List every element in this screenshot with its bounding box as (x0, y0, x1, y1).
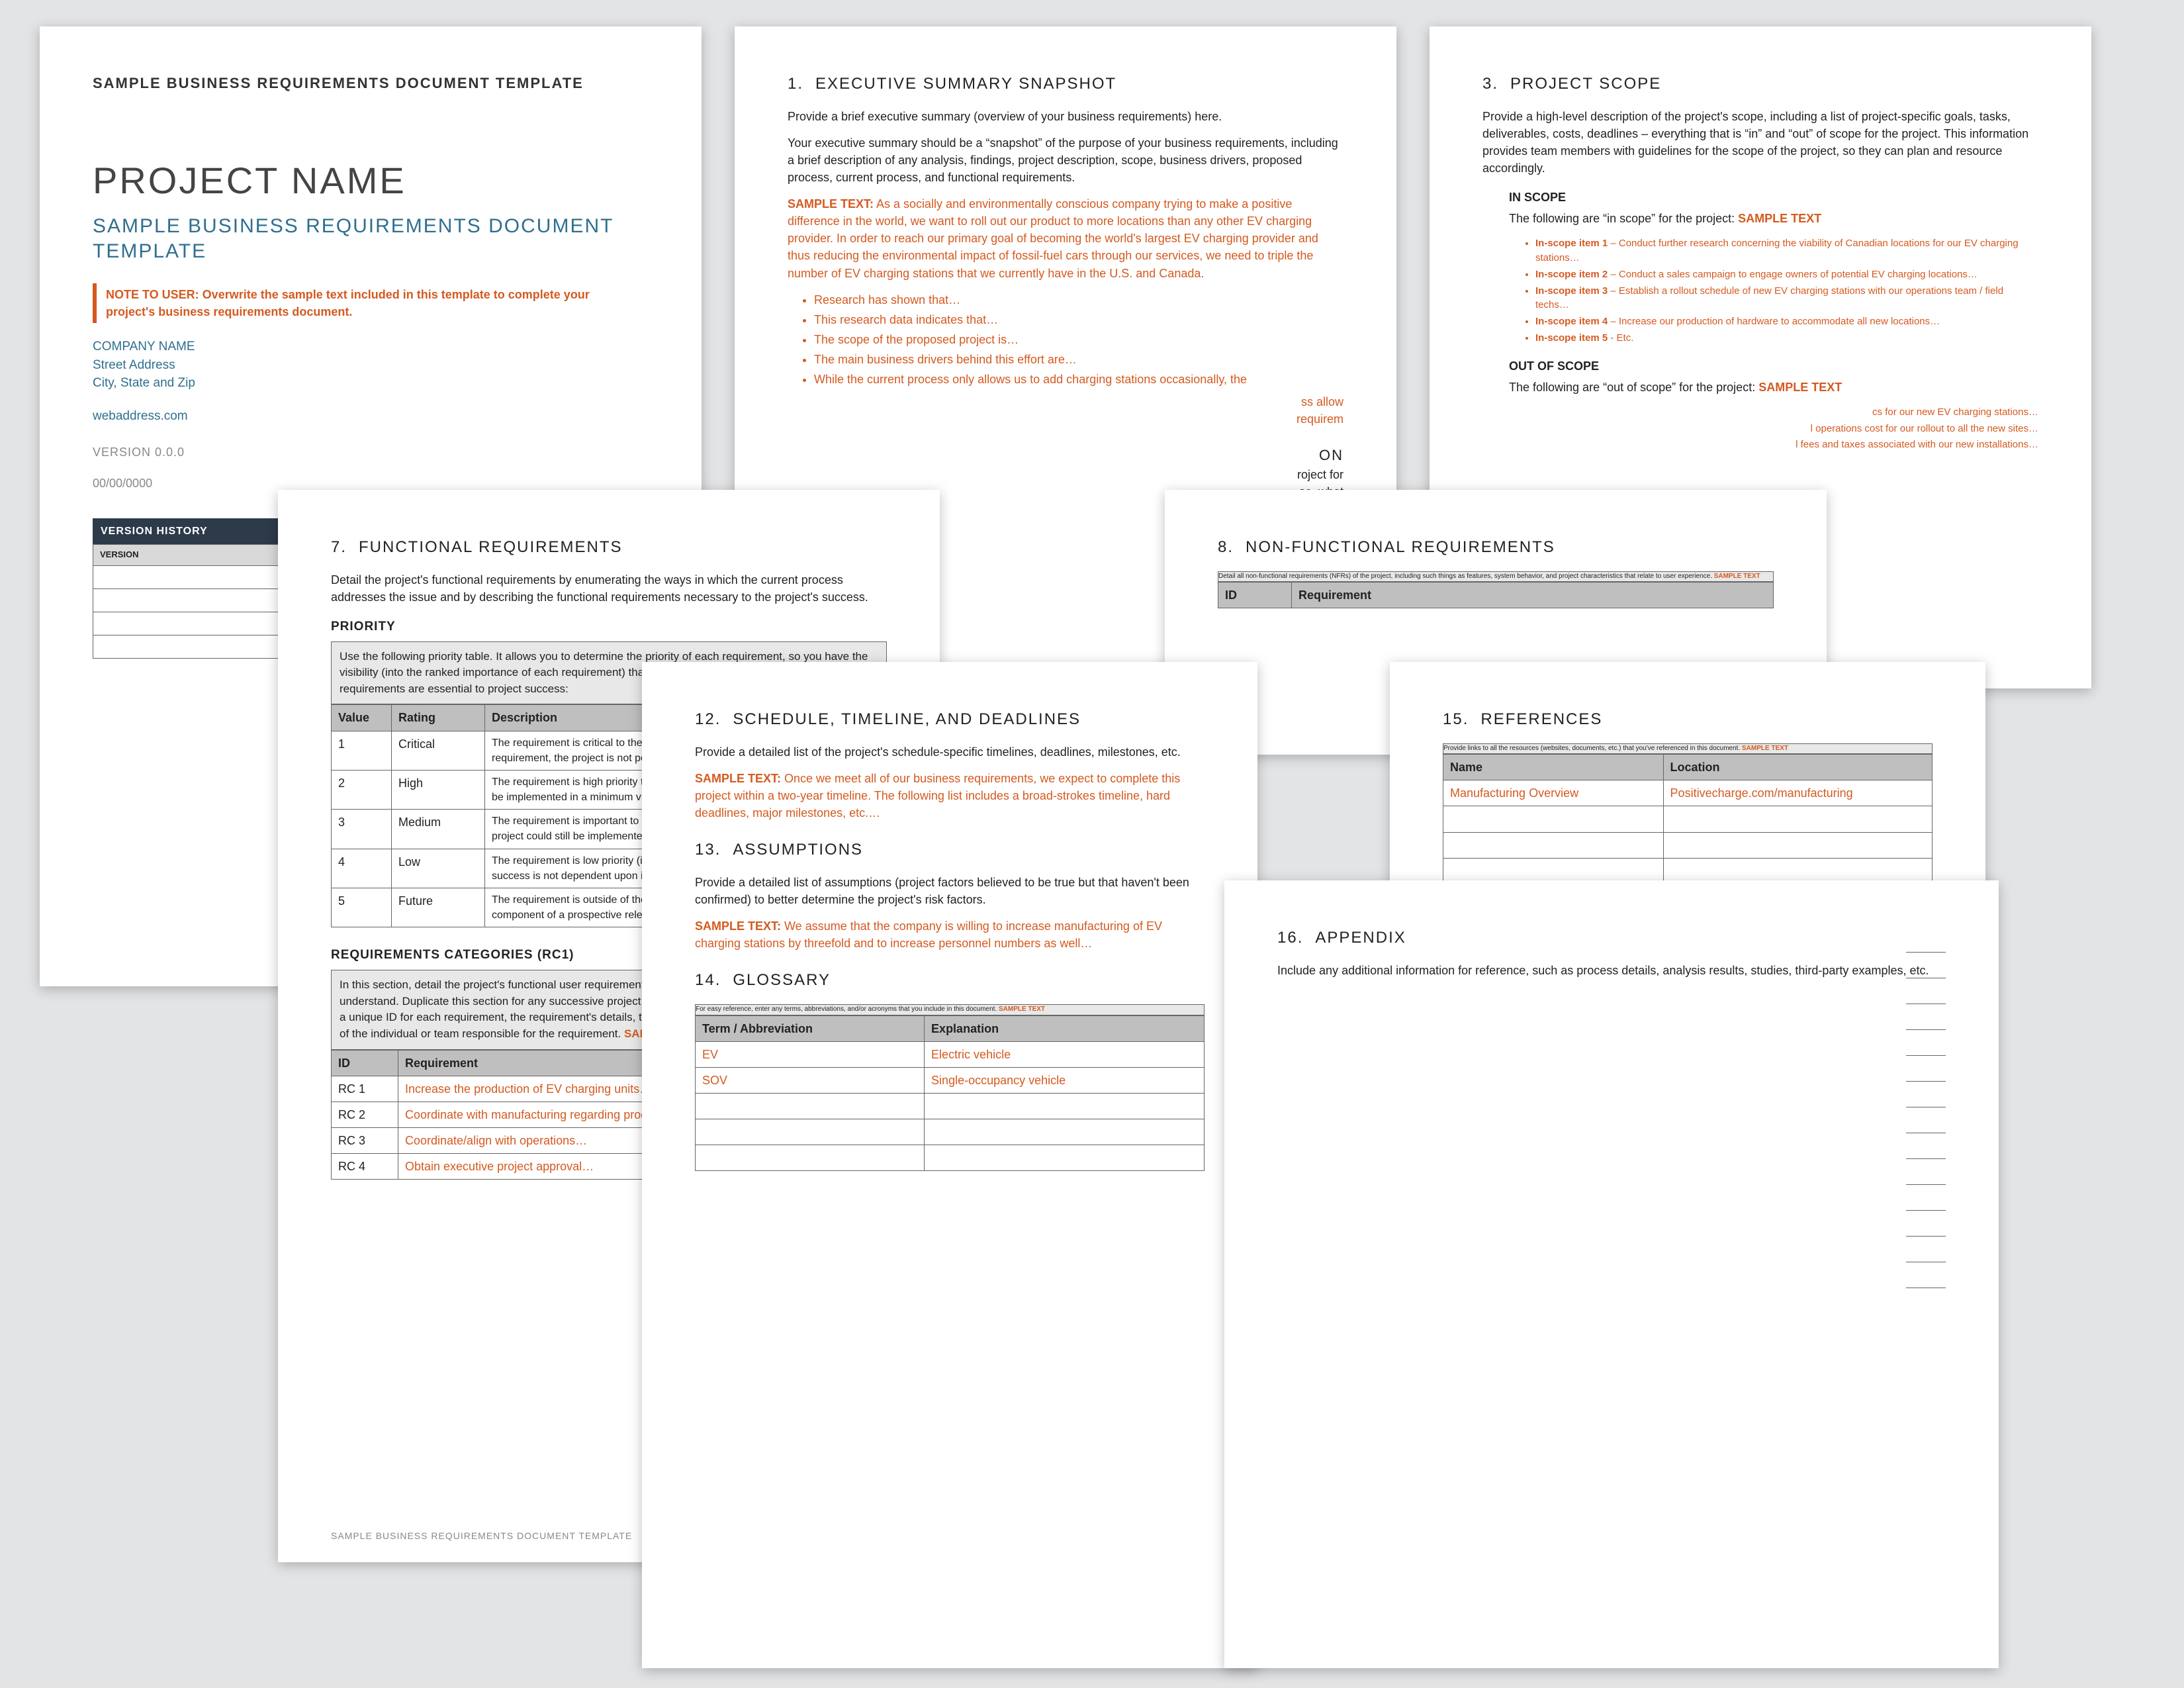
date-label: 00/00/0000 (93, 475, 649, 492)
table-row (1443, 806, 1933, 832)
company-name: COMPANY NAME (93, 338, 649, 356)
exec-sample-text: SAMPLE TEXT: As a socially and environme… (788, 195, 1343, 281)
in-scope-list: In-scope item 1 – Conduct further resear… (1535, 236, 2038, 345)
table-row: Manufacturing OverviewPositivecharge.com… (1443, 780, 1933, 806)
cut-text: ss allow (788, 393, 1343, 410)
appendix-intro: Include any additional information for r… (1277, 962, 1946, 979)
table-row: EVElectric vehicle (696, 1041, 1205, 1067)
table-row (1443, 832, 1933, 858)
exec-bullet: The main business drivers behind this ef… (814, 351, 1343, 368)
page-footer: SAMPLE BUSINESS REQUIREMENTS DOCUMENT TE… (331, 1529, 632, 1542)
exec-bullet: While the current process only allows us… (814, 371, 1343, 388)
scope-item: In-scope item 1 – Conduct further resear… (1535, 236, 2038, 265)
out-scope-list: cs for our new EV charging stations… l o… (1482, 405, 2038, 452)
assume-heading: 13.ASSUMPTIONS (695, 839, 1205, 862)
refs-box: Provide links to all the resources (webs… (1443, 743, 1933, 755)
exec-intro-1: Provide a brief executive summary (overv… (788, 108, 1343, 125)
glossary-table: Term / Abbreviation Explanation EVElectr… (695, 1015, 1205, 1172)
col-term: Term / Abbreviation (696, 1015, 925, 1041)
assume-sample: SAMPLE TEXT: We assume that the company … (695, 917, 1205, 952)
col-id: ID (1218, 583, 1292, 608)
exec-bullet: The scope of the proposed project is… (814, 331, 1343, 348)
web-address: webaddress.com (93, 407, 649, 426)
func-heading: 7.FUNCTIONAL REQUIREMENTS (331, 536, 887, 559)
page-schedule: 12.SCHEDULE, TIMELINE, AND DEADLINES Pro… (642, 662, 1257, 1668)
assume-intro: Provide a detailed list of assumptions (… (695, 874, 1205, 908)
in-scope-label: IN SCOPE (1509, 189, 2038, 206)
nonfunc-box: Detail all non-functional requirements (… (1218, 571, 1774, 583)
table-row (696, 1145, 1205, 1171)
doc-small-title: SAMPLE BUSINESS REQUIREMENTS DOCUMENT TE… (93, 73, 649, 94)
col-requirement: Requirement (1292, 583, 1774, 608)
table-row: SOVSingle-occupancy vehicle (696, 1067, 1205, 1093)
col-rating: Rating (392, 705, 485, 731)
cut-text: requirem (788, 410, 1343, 428)
note-to-user: NOTE TO USER: Overwrite the sample text … (93, 283, 649, 323)
exec-heading: 1.EXECUTIVE SUMMARY SNAPSHOT (788, 73, 1343, 96)
company-city: City, State and Zip (93, 374, 649, 393)
note-text: NOTE TO USER: Overwrite the sample text … (106, 288, 590, 318)
doc-subtitle: SAMPLE BUSINESS REQUIREMENTS DOCUMENT TE… (93, 214, 649, 263)
scope-item: cs for our new EV charging stations… (1482, 405, 2038, 420)
out-scope-label: OUT OF SCOPE (1509, 357, 2038, 375)
table-row (696, 1119, 1205, 1145)
project-name-title: PROJECT NAME (93, 154, 649, 207)
company-street: Street Address (93, 356, 649, 375)
sched-sample: SAMPLE TEXT: Once we meet all of our bus… (695, 770, 1205, 821)
exec-bullets: Research has shown that… This research d… (814, 291, 1343, 388)
scope-item: In-scope item 3 – Establish a rollout sc… (1535, 284, 2038, 313)
appendix-heading: 16.APPENDIX (1277, 927, 1946, 950)
in-scope-lead: The following are “in scope” for the pro… (1509, 210, 2038, 227)
version-label: VERSION 0.0.0 (93, 444, 649, 461)
appendix-side-lines (1906, 927, 1946, 1288)
company-block: COMPANY NAME Street Address City, State … (93, 338, 649, 393)
nonfunc-table: ID Requirement (1218, 582, 1774, 608)
col-value: Value (332, 705, 392, 731)
col-name: Name (1443, 755, 1664, 780)
col-explanation: Explanation (925, 1015, 1205, 1041)
sched-intro: Provide a detailed list of the project's… (695, 743, 1205, 761)
nonfunc-heading: 8.NON-FUNCTIONAL REQUIREMENTS (1218, 536, 1774, 559)
sched-heading: 12.SCHEDULE, TIMELINE, AND DEADLINES (695, 708, 1205, 731)
scope-item: In-scope item 5 - Etc. (1535, 331, 2038, 346)
func-intro: Detail the project's functional requirem… (331, 571, 887, 606)
scope-item: l fees and taxes associated with our new… (1482, 438, 2038, 452)
refs-heading: 15.REFERENCES (1443, 708, 1933, 731)
table-row (696, 1093, 1205, 1119)
cut-text: roject for (788, 466, 1343, 483)
scope-heading: 3.PROJECT SCOPE (1482, 73, 2038, 96)
scope-intro: Provide a high-level description of the … (1482, 108, 2038, 177)
priority-label: PRIORITY (331, 618, 887, 636)
col-id: ID (332, 1050, 398, 1076)
glossary-heading: 14.GLOSSARY (695, 969, 1205, 992)
exec-intro-2: Your executive summary should be a “snap… (788, 134, 1343, 186)
exec-bullet: This research data indicates that… (814, 311, 1343, 328)
scope-item: l operations cost for our rollout to all… (1482, 422, 2038, 436)
col-location: Location (1663, 755, 1932, 780)
out-scope-lead: The following are “out of scope” for the… (1509, 379, 2038, 396)
scope-item: In-scope item 2 – Conduct a sales campai… (1535, 267, 2038, 282)
glossary-box: For easy reference, enter any terms, abb… (695, 1004, 1205, 1015)
page-appendix: 16.APPENDIX Include any additional infor… (1224, 880, 1999, 1668)
scope-item: In-scope item 4 – Increase our productio… (1535, 314, 2038, 329)
cut-heading: ON (788, 445, 1343, 466)
exec-bullet: Research has shown that… (814, 291, 1343, 308)
